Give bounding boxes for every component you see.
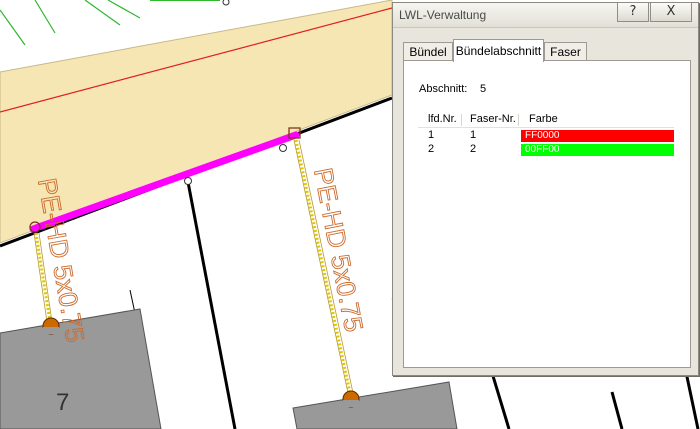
map-node bbox=[222, 0, 230, 6]
house-connection-point[interactable] bbox=[342, 390, 360, 408]
cell-faser: 2 bbox=[470, 143, 477, 155]
cell-lfd: 1 bbox=[428, 129, 435, 141]
cell-faser: 1 bbox=[470, 129, 477, 141]
road-vertex bbox=[184, 177, 192, 185]
dialog-title: LWL-Verwaltung bbox=[399, 8, 487, 22]
tab-faser[interactable]: Faser bbox=[544, 42, 587, 61]
cell-lfd: 2 bbox=[428, 143, 435, 155]
color-swatch-red: FF0000 bbox=[521, 130, 674, 142]
road-vertex bbox=[279, 144, 287, 152]
col-separator bbox=[461, 114, 462, 126]
help-button[interactable]: ? bbox=[617, 2, 649, 22]
col-header-lfd[interactable]: lfd.Nr. bbox=[428, 113, 457, 127]
house-connection-point[interactable] bbox=[42, 317, 60, 335]
dialog-titlebar[interactable]: LWL-Verwaltung ? X bbox=[393, 2, 698, 28]
col-header-faser[interactable]: Faser-Nr. bbox=[470, 113, 516, 127]
close-button[interactable]: X bbox=[650, 2, 692, 22]
lwl-dialog: LWL-Verwaltung ? X Bündel Bündelabschnit… bbox=[392, 2, 699, 376]
header-divider bbox=[418, 127, 674, 128]
section-value: 5 bbox=[480, 83, 487, 95]
parcel-number: 7 bbox=[56, 389, 69, 416]
tab-panel: Abschnitt: 5 lfd.Nr. Faser-Nr. Farbe 1 1… bbox=[403, 60, 691, 368]
tab-buendelabschnitt[interactable]: Bündelabschnitt bbox=[453, 39, 544, 62]
section-label: Abschnitt: bbox=[419, 83, 468, 95]
col-separator bbox=[518, 114, 519, 126]
green-hatch-lines bbox=[0, 0, 141, 46]
color-swatch-green: 00FF00 bbox=[521, 144, 674, 156]
tab-buendel[interactable]: Bündel bbox=[403, 42, 453, 61]
col-header-farbe[interactable]: Farbe bbox=[529, 113, 558, 127]
building-right bbox=[292, 381, 458, 429]
